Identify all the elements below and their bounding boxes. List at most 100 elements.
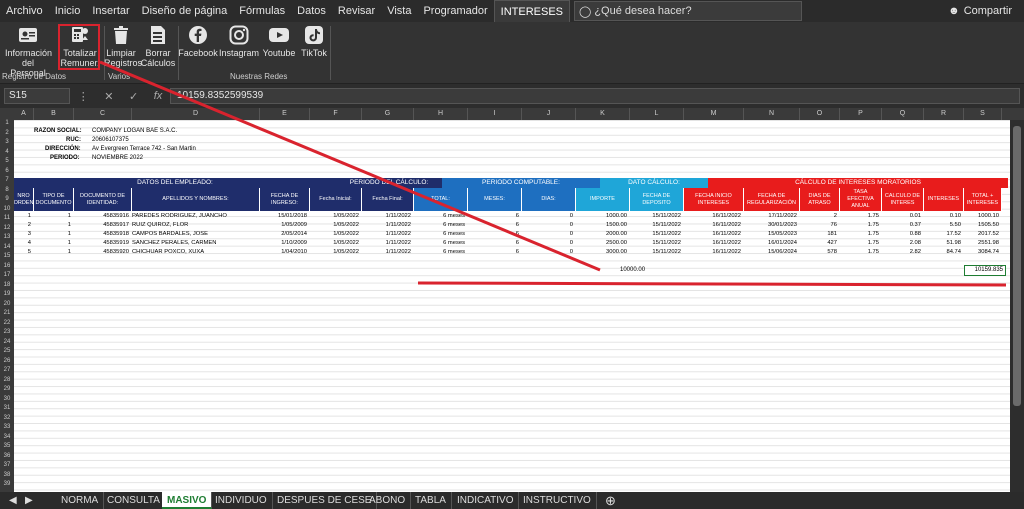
table-cell[interactable]: 1/11/2022 [362,212,411,221]
tab-diseno[interactable]: Diseño de página [136,0,234,22]
table-cell[interactable]: 1 [14,212,31,221]
table-cell[interactable]: PAREDES RODRIGUEZ, JUANCHO [132,212,257,221]
table-header-cell[interactable]: CALCULO DE INTERES [882,188,924,211]
table-cell[interactable]: CHICHUAR POXCO, XUXA [132,248,257,257]
table-header-cell[interactable]: FECHA DE REGULARIZACIÓN [744,188,800,211]
table-cell[interactable]: 0 [522,221,573,230]
sheet-tab-indicativo[interactable]: INDICATIVO [452,492,520,509]
share-button[interactable]: ☻ Compartir [948,0,1012,22]
column-header-i[interactable]: I [468,108,522,120]
table-row[interactable]: 5 1 45835920 CHICHUAR POXCO, XUXA 1/04/2010 1… [14,248,1008,257]
borrar-button[interactable]: Borrar Cálculos [140,24,176,68]
table-cell[interactable]: 3 [14,230,31,239]
column-header-o[interactable]: O [800,108,840,120]
row-header-23[interactable]: 23 [0,329,14,335]
table-header-cell[interactable]: NRO ORDEN [14,188,34,211]
column-header-g[interactable]: G [362,108,414,120]
tiktok-button[interactable]: TikTok [300,24,328,58]
row-header-18[interactable]: 18 [0,282,14,288]
row-header-37[interactable]: 37 [0,462,14,468]
table-cell[interactable]: 1000.00 [576,212,627,221]
row-header-21[interactable]: 21 [0,310,14,316]
sheet-tab-tabla[interactable]: TABLA [410,492,452,509]
sheet-tab-consulta[interactable]: CONSULTA [102,492,166,509]
row-header-5[interactable]: 5 [0,158,14,164]
table-row[interactable]: 1 1 45835916 PAREDES RODRIGUEZ, JUANCHO 15/0… [14,212,1008,221]
table-header-cell[interactable]: FECHA INICIO INTERESES [684,188,744,211]
table-cell[interactable]: 2.82 [882,248,921,257]
sheet-tab-despues-de-cese[interactable]: DESPUES DE CESE [272,492,378,509]
column-header-k[interactable]: K [576,108,630,120]
table-header-cell[interactable]: MESES: [468,188,522,211]
table-cell[interactable]: 15/11/2022 [630,221,681,230]
column-header-n[interactable]: N [744,108,800,120]
table-row[interactable]: 3 1 45835918 CAMPOS BARDALES, JOSE 2/05/2014… [14,230,1008,239]
row-header-33[interactable]: 33 [0,424,14,430]
table-cell[interactable]: 1/04/2010 [260,248,307,257]
table-cell[interactable]: 1.75 [840,230,879,239]
row-header-19[interactable]: 19 [0,291,14,297]
cells-area[interactable]: RAZON SOCIAL: COMPANY LOGAN BAE S.A.C. R… [14,120,1010,492]
column-header-p[interactable]: P [840,108,882,120]
table-cell[interactable]: 16/11/2022 [684,212,741,221]
tab-formulas[interactable]: Fórmulas [233,0,291,22]
table-cell[interactable]: 15/11/2022 [630,248,681,257]
row-header-1[interactable]: 1 [0,120,14,126]
limpiar-button[interactable]: Limpiar Registros [104,24,142,68]
table-cell[interactable]: 1.75 [840,239,879,248]
table-cell[interactable]: 6 meses [414,230,465,239]
table-cell[interactable]: 15/05/2023 [744,230,797,239]
column-header-f[interactable]: F [310,108,362,120]
column-header-a[interactable]: A [14,108,34,120]
table-header-cell[interactable]: DIAS: [522,188,576,211]
tab-insertar[interactable]: Insertar [86,0,135,22]
table-cell[interactable]: SANCHEZ PERALES, CARMEN [132,239,257,248]
row-header-8[interactable]: 8 [0,187,14,193]
tab-datos[interactable]: Datos [291,0,332,22]
table-cell[interactable]: 1/11/2022 [362,230,411,239]
formula-input[interactable]: 10159.8352599539 [170,88,1020,104]
table-cell[interactable]: 5.50 [924,221,961,230]
youtube-button[interactable]: Youtube [262,24,296,58]
row-header-30[interactable]: 30 [0,396,14,402]
table-cell[interactable]: 0.10 [924,212,961,221]
vertical-scrollbar[interactable] [1010,120,1024,492]
table-cell[interactable]: 578 [800,248,837,257]
column-header-q[interactable]: Q [882,108,924,120]
table-cell[interactable]: 0.88 [882,230,921,239]
name-box[interactable]: S15 [4,88,70,104]
column-header-d[interactable]: D [132,108,260,120]
row-header-4[interactable]: 4 [0,149,14,155]
tab-archivo[interactable]: Archivo [0,0,49,22]
cancel-icon[interactable]: ✕ [104,90,113,103]
table-row[interactable]: 2 1 45835917 RUIZ QUIROZ, FLOR 1/05/2009 1/05… [14,221,1008,230]
table-cell[interactable]: 17/11/2022 [744,212,797,221]
table-cell[interactable]: 1 [34,212,71,221]
row-header-17[interactable]: 17 [0,272,14,278]
table-header-cell[interactable]: TOTAL: [414,188,468,211]
table-cell[interactable]: 1/05/2022 [310,248,359,257]
column-header-j[interactable]: J [522,108,576,120]
table-cell[interactable]: 16/11/2022 [684,230,741,239]
table-cell[interactable]: 2551.98 [964,239,999,248]
next-sheet-icon[interactable]: ▶ [20,492,38,509]
row-header-29[interactable]: 29 [0,386,14,392]
tab-vista[interactable]: Vista [381,0,417,22]
table-cell[interactable]: 2 [800,212,837,221]
row-header-10[interactable]: 10 [0,206,14,212]
table-cell[interactable]: 15/11/2022 [630,212,681,221]
table-cell[interactable]: 30/01/2023 [744,221,797,230]
tab-inicio[interactable]: Inicio [49,0,87,22]
total-intereses-cell[interactable]: 10159.835 [964,265,1006,276]
tab-intereses[interactable]: INTERESES [493,0,571,22]
table-cell[interactable]: 6 meses [414,239,465,248]
row-header-20[interactable]: 20 [0,301,14,307]
table-cell[interactable]: 6 meses [414,248,465,257]
column-header-e[interactable]: E [260,108,310,120]
table-cell[interactable]: 16/01/2024 [744,239,797,248]
column-header-r[interactable]: R [924,108,964,120]
row-header-39[interactable]: 39 [0,481,14,487]
row-header-22[interactable]: 22 [0,320,14,326]
table-cell[interactable]: 76 [800,221,837,230]
options-icon[interactable]: ⋮ [78,90,89,103]
